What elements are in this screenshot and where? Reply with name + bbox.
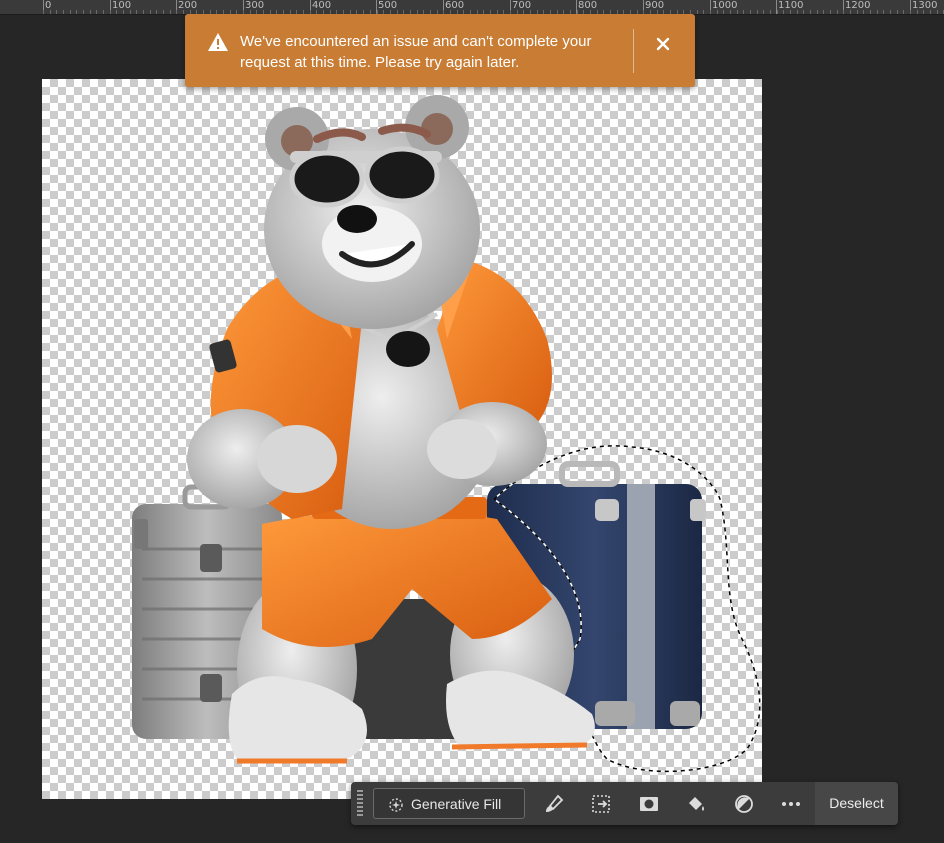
ruler-label: 800 bbox=[578, 0, 598, 11]
ruler-minor-tick bbox=[803, 10, 804, 14]
ruler-minor-tick bbox=[770, 10, 771, 14]
more-options-icon[interactable] bbox=[778, 791, 804, 817]
bear-with-luggage-image bbox=[132, 95, 761, 773]
ruler-minor-tick bbox=[183, 10, 184, 14]
ruler-minor-tick bbox=[857, 10, 858, 14]
ruler-minor-tick bbox=[150, 10, 151, 14]
ruler-minor-tick bbox=[903, 10, 904, 14]
ruler-minor-tick bbox=[790, 10, 791, 14]
ruler-minor-tick bbox=[697, 10, 698, 14]
ruler-minor-tick bbox=[843, 10, 844, 14]
close-icon[interactable] bbox=[651, 32, 675, 56]
ruler-minor-tick bbox=[917, 10, 918, 14]
ruler-minor-tick bbox=[136, 10, 137, 14]
ruler-minor-tick bbox=[743, 10, 744, 14]
ruler-minor-tick bbox=[63, 10, 64, 14]
generative-fill-button[interactable]: Generative Fill bbox=[373, 788, 525, 819]
ruler-minor-tick bbox=[870, 10, 871, 14]
ruler-minor-tick bbox=[797, 10, 798, 14]
ruler-minor-tick bbox=[737, 10, 738, 14]
ruler-minor-tick bbox=[877, 10, 878, 14]
ruler-minor-tick bbox=[76, 10, 77, 14]
generative-fill-label: Generative Fill bbox=[411, 796, 502, 812]
ruler-label: 300 bbox=[245, 0, 265, 11]
ruler-minor-tick bbox=[176, 10, 177, 14]
ruler-minor-tick bbox=[103, 10, 104, 14]
ruler-minor-tick bbox=[750, 10, 751, 14]
ruler-minor-tick bbox=[163, 10, 164, 14]
ruler-minor-tick bbox=[110, 10, 111, 14]
mask-icon[interactable] bbox=[636, 791, 662, 817]
ruler-minor-tick bbox=[930, 10, 931, 14]
ruler-minor-tick bbox=[43, 10, 44, 14]
ruler-minor-tick bbox=[817, 10, 818, 14]
ruler-minor-tick bbox=[130, 10, 131, 14]
ruler-minor-tick bbox=[810, 10, 811, 14]
contextual-task-bar: Generative Fill Deselect bbox=[351, 782, 898, 825]
deselect-button[interactable]: Deselect bbox=[815, 782, 898, 825]
ruler-minor-tick bbox=[830, 10, 831, 14]
error-toast: We've encountered an issue and can't com… bbox=[185, 14, 695, 87]
ruler-label: 500 bbox=[378, 0, 398, 11]
transform-icon[interactable] bbox=[588, 791, 614, 817]
ruler-minor-tick bbox=[850, 10, 851, 14]
ruler-label: 600 bbox=[445, 0, 465, 11]
ruler-minor-tick bbox=[123, 10, 124, 14]
ruler-minor-tick bbox=[70, 10, 71, 14]
ruler-minor-tick bbox=[763, 10, 764, 14]
horizontal-ruler: 0 100 200 300 400 500 600 700 800 900 10… bbox=[0, 0, 944, 15]
ruler-label: 900 bbox=[645, 0, 665, 11]
ruler-minor-tick bbox=[757, 10, 758, 14]
brush-icon[interactable] bbox=[541, 791, 567, 817]
ruler-minor-tick bbox=[730, 10, 731, 14]
drag-handle-icon[interactable] bbox=[356, 788, 364, 825]
sparkle-icon bbox=[388, 797, 404, 816]
adjustment-icon[interactable] bbox=[731, 791, 757, 817]
ruler-minor-tick bbox=[710, 10, 711, 14]
ruler-minor-tick bbox=[937, 10, 938, 14]
ruler-minor-tick bbox=[783, 10, 784, 14]
ruler-label: 100 bbox=[112, 0, 132, 11]
ruler-minor-tick bbox=[823, 10, 824, 14]
ruler-minor-tick bbox=[923, 10, 924, 14]
ruler-minor-tick bbox=[170, 10, 171, 14]
ruler-minor-tick bbox=[703, 10, 704, 14]
toast-divider bbox=[633, 29, 634, 73]
document-canvas[interactable] bbox=[42, 79, 762, 799]
fill-bucket-icon[interactable] bbox=[683, 791, 709, 817]
ruler-minor-tick bbox=[863, 10, 864, 14]
ruler-minor-tick bbox=[50, 10, 51, 14]
ruler-minor-tick bbox=[717, 10, 718, 14]
ruler-minor-tick bbox=[90, 10, 91, 14]
ruler-minor-tick bbox=[143, 10, 144, 14]
ruler-minor-tick bbox=[56, 10, 57, 14]
ruler-minor-tick bbox=[777, 10, 778, 14]
ruler-minor-tick bbox=[83, 10, 84, 14]
warning-icon bbox=[207, 32, 229, 57]
ruler-minor-tick bbox=[723, 10, 724, 14]
toast-message: We've encountered an issue and can't com… bbox=[240, 33, 592, 71]
ruler-minor-tick bbox=[837, 10, 838, 14]
ruler-minor-tick bbox=[156, 10, 157, 14]
ruler-minor-tick bbox=[897, 10, 898, 14]
ruler-minor-tick bbox=[890, 10, 891, 14]
ruler-label: 400 bbox=[312, 0, 332, 11]
ruler-label: 200 bbox=[178, 0, 198, 11]
ruler-minor-tick bbox=[116, 10, 117, 14]
ruler-minor-tick bbox=[910, 10, 911, 14]
ruler-minor-tick bbox=[883, 10, 884, 14]
ruler-label: 700 bbox=[512, 0, 532, 11]
ruler-minor-tick bbox=[96, 10, 97, 14]
